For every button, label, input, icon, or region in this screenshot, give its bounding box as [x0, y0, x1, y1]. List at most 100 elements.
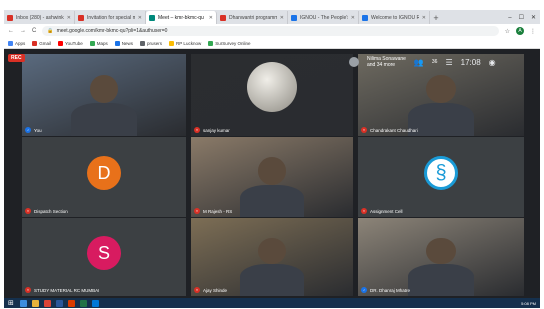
browser-tab[interactable]: Welcome to IGNOU Re ✕: [359, 11, 430, 24]
profile-icon[interactable]: ◉: [489, 58, 496, 67]
participant-initial-avatar: S: [87, 236, 121, 271]
tab-close-icon[interactable]: ✕: [351, 15, 355, 21]
taskbar-app-icon[interactable]: [55, 299, 63, 307]
recording-badge: REC: [8, 54, 25, 62]
participant-initial-avatar: D: [87, 156, 121, 190]
taskbar-app-icon[interactable]: [91, 299, 99, 307]
lock-icon: 🔒: [47, 28, 54, 34]
tab-close-icon[interactable]: ✕: [209, 15, 213, 21]
taskbar-app-icon[interactable]: [79, 299, 87, 307]
browser-tab[interactable]: Dhanwantri programme ✕: [217, 11, 288, 24]
profile-avatar[interactable]: A: [516, 27, 524, 35]
browser-tab[interactable]: Meet – kmr-bkmc-qu ✕: [146, 11, 217, 24]
participant-name-tag: × Assignment Cell: [361, 208, 403, 214]
os-taskbar: ⊞ 5:08 PM: [4, 298, 540, 308]
taskbar-app-icon[interactable]: [67, 299, 75, 307]
browser-tab-strip: Inbox (280) - ashwinkr ✕ Invitation for sp…: [4, 10, 540, 24]
participant-name-tag: × Ajay Shinde: [194, 287, 227, 293]
mic-off-icon: ×: [25, 208, 31, 214]
bookmark-item[interactable]: Gmail: [32, 40, 52, 46]
participant-tile[interactable]: × Ajay Shinde: [191, 218, 353, 296]
participant-name-tag: × Chandrakant Chaudhari: [361, 127, 418, 133]
taskbar-app-icon[interactable]: [31, 299, 39, 307]
mic-off-icon: ×: [361, 127, 367, 133]
participant-tile[interactable]: × M Rajesh - RS: [191, 137, 353, 217]
bookmark-item[interactable]: prusers: [140, 40, 162, 46]
mic-off-icon: ×: [194, 208, 200, 214]
tab-label: Meet – kmr-bkmc-qu: [158, 14, 204, 21]
forward-icon[interactable]: →: [20, 28, 26, 34]
bookmark-item[interactable]: News: [114, 40, 133, 46]
participant-name-tag: ♪ You: [25, 127, 42, 133]
maximize-icon[interactable]: ☐: [519, 14, 524, 21]
people-icon[interactable]: 👥: [414, 58, 424, 67]
video-person: [71, 74, 137, 137]
browser-tab[interactable]: IGNOU - The People's U✕: [288, 11, 359, 24]
bookmark-item[interactable]: SurSurvey Online: [208, 40, 251, 46]
bookmark-label: Gmail: [39, 40, 52, 46]
back-icon[interactable]: ←: [8, 28, 14, 34]
close-window-icon[interactable]: ✕: [531, 14, 536, 21]
tab-favicon: [220, 14, 226, 21]
url-input[interactable]: 🔒 meet.google.com/kmr-bkmc-qu?pli=1&auth…: [42, 26, 499, 36]
participant-name: M Rajesh - RS: [203, 208, 233, 214]
bookmark-item[interactable]: Maps: [89, 40, 108, 46]
reload-icon[interactable]: C: [32, 28, 36, 34]
taskbar-app-icon[interactable]: [19, 299, 27, 307]
tab-close-icon[interactable]: ✕: [422, 15, 426, 21]
tab-label: Welcome to IGNOU Re: [371, 14, 419, 21]
participant-tile[interactable]: ♪ DR. Dhanraj Mhatre: [358, 218, 524, 296]
taskbar-clock: 5:08 PM: [521, 300, 536, 306]
participant-tile[interactable]: S × STUDY MATERIAL RC MUMBAI: [22, 218, 186, 296]
new-tab-button[interactable]: +: [430, 12, 442, 24]
windows-start-icon[interactable]: ⊞: [8, 299, 14, 307]
participant-name-tag: ♪ DR. Dhanraj Mhatre: [361, 287, 410, 293]
bookmark-item[interactable]: Apps: [8, 40, 26, 46]
mic-on-icon: ♪: [25, 127, 31, 133]
video-person: [239, 157, 305, 217]
window-controls: – ☐ ✕: [508, 11, 540, 24]
participant-tile[interactable]: D × Dispatch Section: [22, 137, 186, 217]
bookmark-item[interactable]: RP Lucknow: [169, 40, 201, 46]
bookmark-icon: [8, 40, 13, 46]
participant-tile[interactable]: × sanjay kumar: [191, 54, 353, 136]
bookmark-icon: [208, 40, 214, 46]
participant-name: Dispatch Section: [34, 208, 68, 214]
participant-name-tag: × Dispatch Section: [25, 208, 68, 214]
browser-tab[interactable]: Invitation for special m ✕: [75, 11, 146, 24]
tab-close-icon[interactable]: ✕: [280, 15, 284, 21]
tab-favicon: [7, 14, 13, 21]
participant-name-tag: × STUDY MATERIAL RC MUMBAI: [25, 287, 99, 293]
bookmark-icon: [58, 40, 64, 46]
minimize-icon[interactable]: –: [508, 15, 511, 21]
bookmark-label: Apps: [15, 40, 26, 46]
chat-icon[interactable]: ☰: [445, 58, 452, 67]
tab-close-icon[interactable]: ✕: [138, 15, 142, 21]
participant-count: 36: [431, 59, 438, 65]
bookmarks-bar: Apps Gmail YouTube Maps News prusers RP Luckno…: [4, 38, 540, 49]
participant-tile[interactable]: § × Assignment Cell: [358, 137, 524, 217]
participant-name: Assignment Cell: [370, 208, 403, 214]
address-bar-row: ← → C 🔒 meet.google.com/kmr-bkmc-qu?pli=…: [4, 24, 540, 38]
mic-off-icon: ×: [194, 127, 200, 133]
tab-label: Dhanwantri programme: [229, 14, 277, 21]
meet-grid: ♪ You × sanjay kumar × Chandrakant Chaudhar…: [4, 49, 540, 298]
participant-name: Chandrakant Chaudhari: [370, 127, 418, 133]
presenter-avatar: [349, 57, 359, 67]
presenter-sub: and 34 more: [367, 62, 396, 68]
bookmark-label: News: [121, 40, 133, 46]
menu-icon[interactable]: ⋮: [530, 28, 536, 35]
participant-tile[interactable]: ♪ You: [22, 54, 186, 136]
tab-label: Invitation for special m: [87, 14, 135, 21]
bookmark-item[interactable]: YouTube: [58, 40, 83, 46]
taskbar-app-icon[interactable]: [43, 299, 51, 307]
bookmark-label: SurSurvey Online: [215, 40, 251, 46]
meeting-time: 17:08: [460, 57, 481, 67]
tab-label: IGNOU - The People's U: [300, 14, 348, 21]
mic-off-icon: ×: [194, 287, 200, 293]
browser-tab[interactable]: Inbox (280) - ashwinkr ✕: [4, 11, 75, 24]
mic-on-icon: ♪: [361, 287, 367, 293]
tab-close-icon[interactable]: ✕: [67, 15, 71, 21]
star-icon[interactable]: ☆: [505, 28, 510, 35]
tab-favicon: [291, 14, 297, 21]
